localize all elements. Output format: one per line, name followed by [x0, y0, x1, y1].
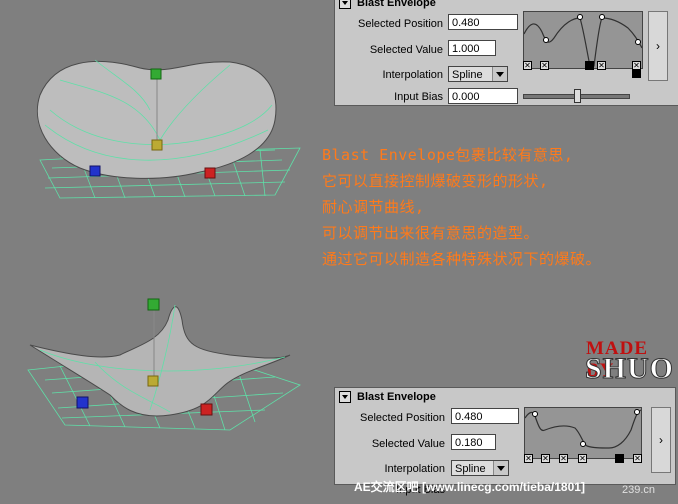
blast-envelope-panel-top: Blast Envelope Selected Position 0.480 S… — [334, 0, 678, 106]
key-marker-icon[interactable]: ✕ — [524, 454, 533, 463]
key-marker-icon[interactable]: ✕ — [633, 454, 642, 463]
blast-envelope-panel-bottom: Blast Envelope Selected Position 0.480 S… — [334, 387, 676, 496]
note-line-2: 它可以直接控制爆破变形的形状, — [322, 172, 549, 190]
key-marker-selected-icon[interactable] — [615, 454, 624, 463]
expand-graph-button[interactable]: › — [648, 11, 668, 81]
deformed-mesh-bottom — [29, 306, 291, 417]
note-line-3: 耐心调节曲线, — [322, 198, 425, 216]
key-marker-icon[interactable]: ✕ — [597, 61, 606, 70]
selected-position-label: Selected Position — [360, 412, 445, 424]
manipulator-blue-bottom — [76, 396, 89, 409]
manipulator-green-bottom — [147, 298, 160, 311]
interpolation-value: Spline — [452, 69, 483, 81]
selected-position-field[interactable]: 0.480 — [448, 14, 518, 30]
key-marker-icon[interactable]: ✕ — [541, 454, 550, 463]
collapse-arrow-icon[interactable] — [339, 391, 351, 403]
selected-position-label: Selected Position — [358, 18, 443, 30]
input-bias-field[interactable]: 0.000 — [448, 88, 518, 104]
selected-value-field[interactable]: 1.000 — [448, 40, 496, 56]
chevron-down-icon — [493, 461, 508, 475]
key-marker-icon[interactable]: ✕ — [578, 454, 587, 463]
watermark: 239.cn — [622, 484, 656, 496]
manipulator-red-bottom — [200, 403, 213, 416]
credit-name: SHUO — [584, 352, 675, 386]
interpolation-label: Interpolation — [382, 69, 443, 81]
envelope-curve-graph[interactable] — [524, 407, 642, 459]
panel-title: Blast Envelope — [357, 391, 436, 403]
manipulator-red-top — [204, 167, 216, 179]
key-marker-selected-icon[interactable] — [632, 69, 641, 78]
manipulator-blue-top — [89, 165, 101, 177]
key-marker-icon[interactable]: ✕ — [540, 61, 549, 70]
footer-forum-text: AE交流区吧 [www.linecg.com/tieba/1801] — [354, 480, 585, 494]
panel-title: Blast Envelope — [357, 0, 436, 9]
note-line-1: Blast Envelope包裹比较有意思, — [322, 146, 574, 164]
selected-value-label: Selected Value — [371, 438, 445, 450]
expand-graph-button[interactable]: › — [651, 407, 671, 473]
panel-header[interactable]: Blast Envelope — [335, 388, 675, 406]
interpolation-label: Interpolation — [384, 463, 445, 475]
interpolation-dropdown[interactable]: Spline — [448, 66, 508, 82]
key-marker-icon[interactable]: ✕ — [523, 61, 532, 70]
interpolation-value: Spline — [455, 463, 486, 475]
input-bias-label: Input Bias — [394, 91, 443, 103]
selected-value-label: Selected Value — [369, 44, 443, 56]
key-marker-icon[interactable]: ✕ — [559, 454, 568, 463]
chevron-down-icon — [492, 67, 507, 81]
collapse-arrow-icon[interactable] — [339, 0, 351, 9]
key-marker-selected-icon[interactable] — [585, 61, 594, 70]
slider-thumb[interactable] — [574, 89, 581, 103]
selected-value-field[interactable]: 0.180 — [451, 434, 496, 450]
interpolation-dropdown[interactable]: Spline — [451, 460, 509, 476]
panel-header[interactable]: Blast Envelope — [335, 0, 678, 11]
selected-position-field[interactable]: 0.480 — [451, 408, 519, 424]
note-line-5: 通过它可以制造各种特殊状况下的爆破。 — [322, 250, 602, 268]
manipulator-green-top — [150, 68, 162, 80]
note-line-4: 可以调节出来很有意思的造型。 — [322, 224, 540, 242]
